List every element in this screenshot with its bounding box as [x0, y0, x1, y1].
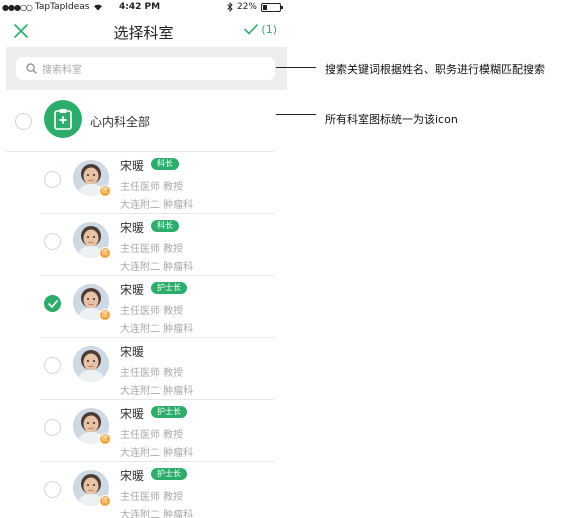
department-check[interactable] [15, 113, 32, 130]
annotation-search: 搜索关键词根据姓名、职务进行模糊匹配搜索 [325, 63, 545, 76]
member-title: 主任医师 教授 [120, 430, 184, 441]
member-check[interactable] [44, 295, 61, 312]
member-department: 大连附二 肿瘤科 [120, 510, 194, 518]
member-name: 宋暖 [120, 407, 145, 421]
status-time: 4:42 PM [119, 2, 161, 12]
clipboard-medical-icon [54, 109, 72, 130]
role-badge: 护士长 [151, 468, 187, 480]
member-department: 大连附二 肿瘤科 [120, 200, 194, 211]
member-name: 宋暖 [120, 469, 145, 483]
department-icon [44, 100, 82, 138]
member-title: 主任医师 教授 [120, 306, 184, 317]
member-row[interactable]: 医宋暖 科长主任医师 教授 大连附二 肿瘤科 [40, 214, 274, 276]
role-badge: 科长 [151, 158, 179, 170]
carrier-name: TapTapIdeas [34, 2, 90, 12]
role-badge: 护士长 [151, 406, 187, 418]
battery-icon [261, 2, 283, 12]
status-bar: ●●●○○ TapTapIdeas 4:42 PM 22% [0, 0, 287, 16]
confirm-button[interactable]: (1) [244, 23, 277, 36]
bluetooth-icon [227, 2, 233, 12]
doctor-badge: 医 [99, 247, 111, 259]
role-badge: 护士长 [151, 282, 187, 294]
search-placeholder: 搜索科室 [42, 65, 82, 76]
member-name: 宋暖 [120, 283, 145, 297]
member-row[interactable]: 医宋暖 护士长主任医师 教授 大连附二 肿瘤科 [40, 400, 274, 462]
department-label: 心内科全部 [90, 115, 151, 129]
member-title: 主任医师 教授 [120, 182, 184, 193]
battery-fill [263, 4, 267, 10]
doctor-badge: 医 [99, 185, 111, 197]
doctor-badge: 医 [99, 433, 111, 445]
annotation-icon: 所有科室图标统一为该icon [325, 113, 458, 126]
member-check[interactable] [44, 171, 61, 188]
member-row[interactable]: 医宋暖 科长主任医师 教授 大连附二 肿瘤科 [40, 152, 274, 214]
avatar-portrait [73, 346, 109, 382]
department-row[interactable]: 心内科全部 [6, 92, 274, 152]
annotation-line-icon [276, 114, 316, 115]
member-name: 宋暖 [120, 345, 145, 359]
status-left: ●●●○○ TapTapIdeas [2, 2, 103, 12]
phone-screen: ●●●○○ TapTapIdeas 4:42 PM 22% 选择科室 (1) 搜… [0, 0, 287, 518]
role-badge: 科长 [151, 220, 179, 232]
member-department: 大连附二 肿瘤科 [120, 324, 194, 335]
member-department: 大连附二 肿瘤科 [120, 262, 194, 273]
member-check[interactable] [44, 357, 61, 374]
member-row[interactable]: 宋暖主任医师 教授 大连附二 肿瘤科 [40, 338, 274, 400]
nav-bar: 选择科室 (1) [0, 17, 287, 47]
member-name: 宋暖 [120, 159, 145, 173]
member-title: 主任医师 教授 [120, 368, 184, 379]
search-icon [26, 63, 37, 74]
check-icon [47, 299, 58, 308]
member-check[interactable] [44, 481, 61, 498]
member-department: 大连附二 肿瘤科 [120, 448, 194, 459]
signal-dots-icon: ●●●○○ [2, 2, 33, 12]
member-title: 主任医师 教授 [120, 492, 184, 503]
member-row[interactable]: 医宋暖 护士长主任医师 教授大连附二 肿瘤科 [40, 462, 274, 518]
member-name: 宋暖 [120, 221, 145, 235]
status-right: 22% [227, 2, 283, 12]
check-icon [244, 24, 259, 35]
selected-count: (1) [261, 23, 277, 36]
member-check[interactable] [44, 419, 61, 436]
avatar [73, 346, 109, 382]
annotation-line-search [276, 67, 316, 68]
member-check[interactable] [44, 233, 61, 250]
wifi-icon [93, 4, 102, 11]
doctor-badge: 医 [99, 309, 111, 321]
search-bar: 搜索科室 [6, 47, 287, 90]
search-input[interactable]: 搜索科室 [16, 57, 275, 80]
member-title: 主任医师 教授 [120, 244, 184, 255]
member-row[interactable]: 医宋暖 护士长主任医师 教授 大连附二 肿瘤科 [40, 276, 274, 338]
member-department: 大连附二 肿瘤科 [120, 386, 194, 397]
battery-percent: 22% [236, 2, 257, 12]
doctor-badge: 医 [99, 495, 111, 507]
